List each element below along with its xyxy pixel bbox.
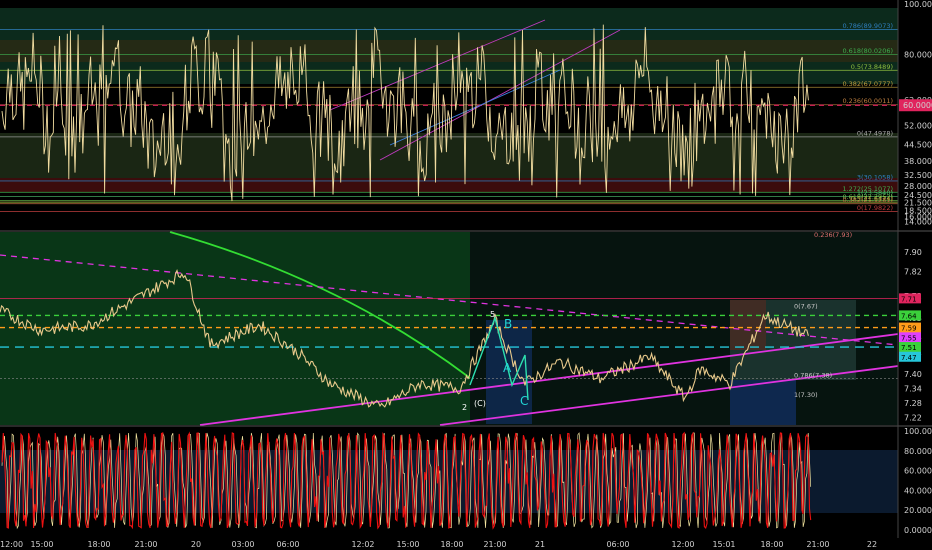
price-tag-label: 7.59	[901, 325, 917, 333]
price-tag-label: 7.47	[901, 354, 917, 362]
price-y-tick-label: 7.28	[904, 399, 922, 408]
price-y-tick-label: 7.90	[904, 248, 922, 257]
bottom-y-tick-label: 0.0000	[904, 526, 932, 535]
x-tick-label: 18:00	[87, 540, 110, 549]
x-tick-label: 12:00	[671, 540, 694, 549]
top-fib-zone-bottom	[0, 178, 898, 192]
price-y-tick-label: 7.40	[904, 370, 922, 379]
x-tick-label: 22	[867, 540, 877, 549]
price-fib-label: 0(7.67)	[794, 302, 818, 310]
x-tick-label: 15:00	[396, 540, 419, 549]
price-fib-label: 0.786(7.38)	[794, 372, 832, 380]
small-wave-label-2: 2	[462, 403, 467, 412]
x-tick-label: 15:01	[712, 540, 735, 549]
small-wave-label-c: (C)	[474, 399, 486, 408]
top-y-tick-label: 14.0000	[904, 218, 932, 227]
fib-level-label: 0(17.9822)	[857, 204, 893, 212]
bottom-y-tick-label: 40.0000	[904, 486, 932, 495]
x-tick-label: 18:00	[760, 540, 783, 549]
x-tick-label: 21:00	[134, 540, 157, 549]
top-y-tick-label: 80.0000	[904, 51, 932, 60]
fib-level-label: 0(47.4978)	[857, 129, 893, 137]
fib-level-label: 0.5(73.8489)	[851, 63, 893, 71]
x-tick-label: 06:00	[276, 540, 299, 549]
bottom-y-tick-label: 20.0000	[904, 506, 932, 515]
fib-level-label: 0.382(21.1281)	[842, 196, 893, 204]
top-fib-zone-upper-2	[0, 40, 898, 62]
price-tag-label: 7.55	[901, 334, 917, 342]
x-tick-label: 06:00	[606, 540, 629, 549]
bottom-y-tick-label: 60.0000	[904, 467, 932, 476]
top-y-tick-label: 44.5000	[904, 140, 932, 149]
price-panel: B A C 5 2 (C) 0(7.67) 0.786(7.38) 1(7.30) 0.236(7…	[0, 231, 899, 426]
top-y-tick-label: 28.0000	[904, 182, 932, 191]
price-fib-label: 1(7.30)	[794, 391, 818, 399]
price-y-tick-label: 7.34	[904, 384, 922, 393]
top-y-tick-label: 38.0000	[904, 157, 932, 166]
x-tick-label: 21	[535, 540, 545, 549]
wave-label-a: A	[503, 361, 512, 375]
fib-level-label: 0.236(60.0011)	[842, 97, 893, 105]
wave-label-c: C	[520, 394, 528, 408]
fib-level-label: 3(30.1058)	[857, 173, 893, 181]
wave-label-b: B	[504, 317, 512, 331]
price-tag-label: 7.64	[901, 312, 917, 320]
top-y-tick-label: 52.0000	[904, 121, 932, 130]
x-tick-label: 12:02	[351, 540, 374, 549]
price-tag-label: 7.71	[901, 295, 917, 303]
price-y-tick-label: 7.82	[904, 268, 922, 277]
fib-level-label: 0.786(89.9073)	[842, 22, 893, 30]
bottom-y-tick-label: 100.0000	[904, 427, 932, 436]
fib-level-label: 0.382(67.0777)	[842, 80, 893, 88]
top-y-tick-label: 100.0000	[904, 0, 932, 9]
x-tick-label: 21:00	[483, 540, 506, 549]
x-tick-label: 15:00	[30, 540, 53, 549]
fib-level-label: 0.618(80.0206)	[842, 47, 893, 55]
x-tick-label: 03:00	[231, 540, 254, 549]
bottom-y-tick-label: 80.0000	[904, 447, 932, 456]
x-tick-label: 12:00	[0, 540, 23, 549]
x-tick-label: 21:00	[806, 540, 829, 549]
x-tick-label: 18:00	[440, 540, 463, 549]
small-wave-label-5: 5	[490, 310, 495, 319]
level-60-tag-label: 60.0000	[903, 101, 932, 110]
price-top-fib-label: 0.236(7.93)	[814, 231, 852, 239]
top-panel: 0.786(89.9073) 0.618(80.0206) 0.5(73.8489)…	[0, 0, 898, 230]
bottom-panel	[0, 427, 898, 538]
price-y-tick-label: 7.22	[904, 414, 922, 423]
top-y-tick-label: 32.5000	[904, 171, 932, 180]
chart-canvas: 0.786(89.9073) 0.618(80.0206) 0.5(73.8489)…	[0, 0, 932, 549]
x-tick-label: 20	[191, 540, 201, 549]
price-tag-label: 7.51	[901, 344, 917, 352]
